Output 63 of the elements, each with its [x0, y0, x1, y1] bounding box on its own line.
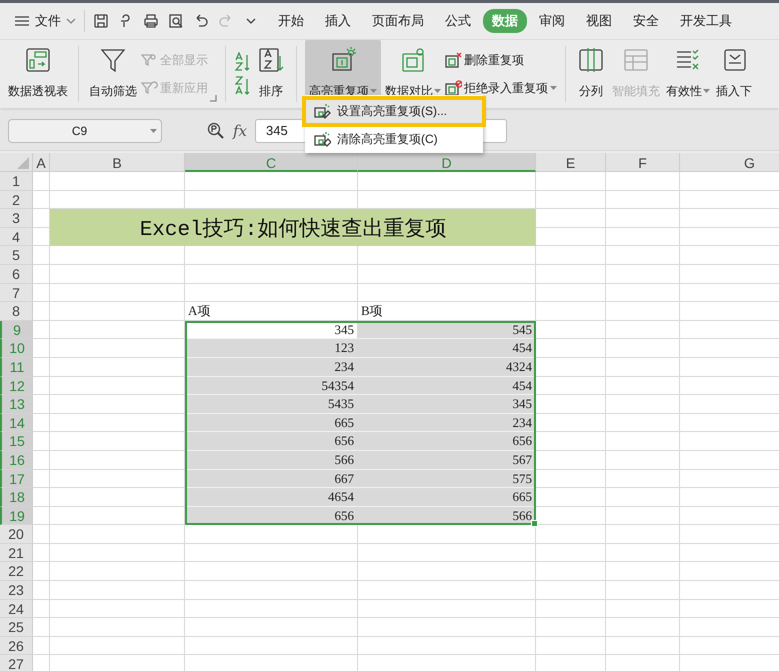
table-cell[interactable]: 234	[185, 358, 358, 377]
column-header[interactable]: A	[33, 153, 50, 172]
file-menu[interactable]: 文件	[14, 12, 76, 30]
table-cell[interactable]: 665	[358, 488, 536, 507]
menu-item[interactable]: 设置高亮重复项(S)...	[305, 99, 483, 124]
row-header[interactable]: 27	[0, 655, 33, 671]
row-header[interactable]: 26	[0, 636, 33, 656]
row-header[interactable]: 3	[0, 209, 33, 228]
ribbon-button[interactable]: 拒绝录入重复项	[445, 80, 557, 96]
row-header[interactable]: 5	[0, 246, 33, 265]
ribbon-button[interactable]: 有效性	[664, 40, 712, 108]
table-cell[interactable]: 5435	[185, 395, 358, 414]
row-header[interactable]: 21	[0, 544, 33, 562]
ribbon-tab[interactable]: 开始	[269, 9, 313, 33]
table-cell[interactable]: B项	[358, 302, 536, 321]
ribbon-button[interactable]: 自动筛选	[87, 40, 139, 108]
ribbon-tab[interactable]: 视图	[577, 9, 621, 33]
table-cell[interactable]: 566	[185, 450, 358, 470]
table-cell[interactable]: 667	[185, 470, 358, 488]
table-cell[interactable]: 567	[358, 450, 536, 470]
row-header[interactable]: 25	[0, 618, 33, 637]
table-cell[interactable]: 575	[358, 470, 536, 488]
table-cell[interactable]: 54354	[185, 376, 358, 396]
row-header[interactable]: 4	[0, 228, 33, 246]
table-cell[interactable]: 345	[358, 395, 536, 414]
row-header[interactable]: 7	[0, 284, 33, 302]
row-header[interactable]: 24	[0, 600, 33, 618]
row-header[interactable]: 8	[0, 302, 33, 321]
ribbon-tab[interactable]: 安全	[624, 9, 668, 33]
column-header[interactable]: G	[680, 153, 779, 172]
table-cell[interactable]: 656	[358, 432, 536, 451]
row-header[interactable]: 2	[0, 190, 33, 210]
fx-label[interactable]: fx	[233, 122, 248, 140]
row-header[interactable]: 1	[0, 172, 33, 191]
column-header[interactable]: E	[536, 153, 606, 172]
table-cell[interactable]: 4654	[185, 488, 358, 507]
row-header[interactable]: 23	[0, 581, 33, 600]
ribbon-button[interactable]: 删除重复项	[445, 52, 557, 68]
table-cell[interactable]: A项	[185, 302, 358, 321]
table-cell[interactable]: 234	[358, 414, 536, 432]
row-header[interactable]: 22	[0, 562, 33, 582]
ribbon-button[interactable]: 分列	[574, 40, 608, 108]
ribbon-tab[interactable]: 开发工具	[671, 9, 741, 33]
ribbon-button[interactable]: 排序	[254, 40, 288, 108]
row-header[interactable]: 20	[0, 525, 33, 544]
ribbon-button[interactable]: 数据透视表	[6, 40, 70, 108]
ribbon-button[interactable]: 插入下	[714, 40, 754, 108]
ribbon-tab[interactable]: 公式	[436, 9, 480, 33]
table-cell[interactable]: 454	[358, 376, 536, 396]
column-header[interactable]: F	[606, 153, 680, 172]
table-cell[interactable]: 656	[185, 432, 358, 451]
table-cell[interactable]: 665	[185, 414, 358, 432]
table-cell[interactable]: 454	[358, 339, 536, 358]
table-cell[interactable]: 123	[185, 339, 358, 358]
menu-item[interactable]: 清除高亮重复项(C)	[305, 128, 483, 150]
ribbon-tab[interactable]: 页面布局	[363, 9, 433, 33]
table-cell[interactable]: 4324	[358, 358, 536, 377]
name-box[interactable]: C9	[8, 119, 162, 143]
ribbon-tab[interactable]: 插入	[316, 9, 360, 33]
column-header[interactable]: B	[50, 153, 185, 172]
title-banner: Excel技巧:如何快速查出重复项	[50, 209, 536, 246]
ribbon-tab[interactable]: 审阅	[530, 9, 574, 33]
row-header[interactable]: 6	[0, 264, 33, 284]
